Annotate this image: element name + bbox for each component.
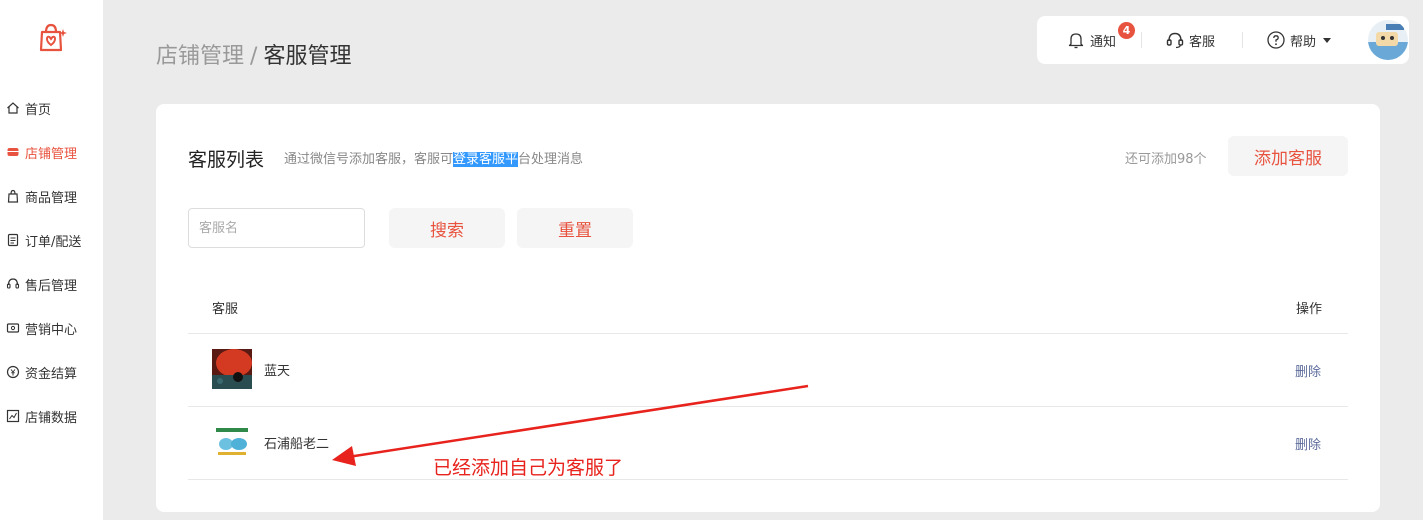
breadcrumb: 店铺管理 / 客服管理: [156, 38, 351, 70]
ticket-icon: [6, 323, 20, 333]
customer-service-button[interactable]: 客服: [1165, 16, 1215, 64]
service-name: 石浦船老二: [264, 437, 330, 452]
help-label: 帮助: [1290, 34, 1317, 50]
user-avatar[interactable]: [1368, 20, 1408, 60]
breadcrumb-separator: /: [250, 44, 258, 69]
headset-icon: [6, 278, 20, 289]
help-button[interactable]: 帮助: [1266, 16, 1332, 64]
store-icon: [7, 148, 19, 156]
bag-heart-icon[interactable]: [36, 22, 68, 54]
sidebar-item-label: 首页: [25, 102, 52, 118]
service-name-input[interactable]: [188, 208, 365, 248]
desc-selected-text: 登录客服平: [453, 152, 519, 167]
sidebar: 首页 店铺管理 商品管理 订单/配送 售后管理 营销中心 资金结算 店铺数据: [0, 0, 103, 520]
sidebar-item-label: 售后管理: [25, 278, 78, 294]
annotation-text: 已经添加自己为客服了: [433, 457, 624, 479]
sidebar-item-products[interactable]: 商品管理: [6, 186, 77, 206]
divider: [188, 479, 1348, 480]
headset-icon: [1166, 32, 1184, 49]
search-button[interactable]: 搜索: [389, 208, 505, 248]
avatar-image: [212, 422, 252, 462]
column-header-service: 客服: [212, 302, 239, 317]
customer-service-label: 客服: [1189, 34, 1216, 50]
bell-icon: [1068, 33, 1084, 49]
sidebar-item-store[interactable]: 店铺管理: [6, 142, 77, 162]
breadcrumb-parent[interactable]: 店铺管理: [156, 44, 244, 69]
divider: [188, 333, 1348, 334]
reset-button[interactable]: 重置: [517, 208, 633, 248]
row-avatar: [212, 422, 252, 462]
home-icon: [7, 102, 19, 114]
remaining-quota: 还可添加98个: [1125, 152, 1207, 167]
desc-text: 台处理消息: [518, 152, 584, 167]
sidebar-item-label: 店铺管理: [25, 146, 78, 162]
order-icon: [7, 233, 19, 247]
card-description: 通过微信号添加客服，客服可登录客服平台处理消息: [284, 148, 583, 167]
notification-button[interactable]: 通知: [1066, 16, 1116, 64]
sidebar-item-label: 店铺数据: [25, 410, 78, 426]
page-title: 客服管理: [263, 44, 352, 69]
divider: [1242, 32, 1243, 48]
column-header-action: 操作: [1296, 302, 1323, 317]
bag-icon: [7, 189, 19, 203]
caret-down-icon: [1323, 38, 1332, 43]
sidebar-item-finance[interactable]: 资金结算: [6, 362, 77, 382]
delete-button[interactable]: 删除: [1295, 434, 1321, 453]
sidebar-item-data[interactable]: 店铺数据: [6, 406, 77, 426]
desc-text: 通过微信号添加客服，客服可: [284, 152, 454, 167]
card-title: 客服列表: [188, 149, 265, 171]
sidebar-item-home[interactable]: 首页: [6, 98, 51, 118]
sidebar-item-label: 营销中心: [25, 322, 78, 338]
sidebar-item-label: 资金结算: [25, 366, 78, 382]
delete-button[interactable]: 删除: [1295, 361, 1321, 380]
sidebar-item-orders[interactable]: 订单/配送: [6, 230, 81, 250]
avatar-image: [1368, 20, 1408, 60]
notification-badge: 4: [1118, 22, 1135, 39]
sidebar-item-marketing[interactable]: 营销中心: [6, 318, 77, 338]
service-name: 蓝天: [264, 364, 291, 379]
sidebar-item-label: 商品管理: [25, 190, 78, 206]
divider: [1141, 32, 1142, 48]
notification-label: 通知: [1090, 34, 1117, 50]
yen-icon: [6, 365, 20, 379]
sidebar-item-label: 订单/配送: [25, 234, 82, 250]
divider: [188, 406, 1348, 407]
question-circle-icon: [1267, 31, 1285, 49]
add-service-button[interactable]: 添加客服: [1228, 136, 1348, 176]
avatar-image: [212, 349, 252, 389]
chart-icon: [6, 409, 20, 423]
row-avatar: [212, 349, 252, 389]
sidebar-item-aftersale[interactable]: 售后管理: [6, 274, 77, 294]
